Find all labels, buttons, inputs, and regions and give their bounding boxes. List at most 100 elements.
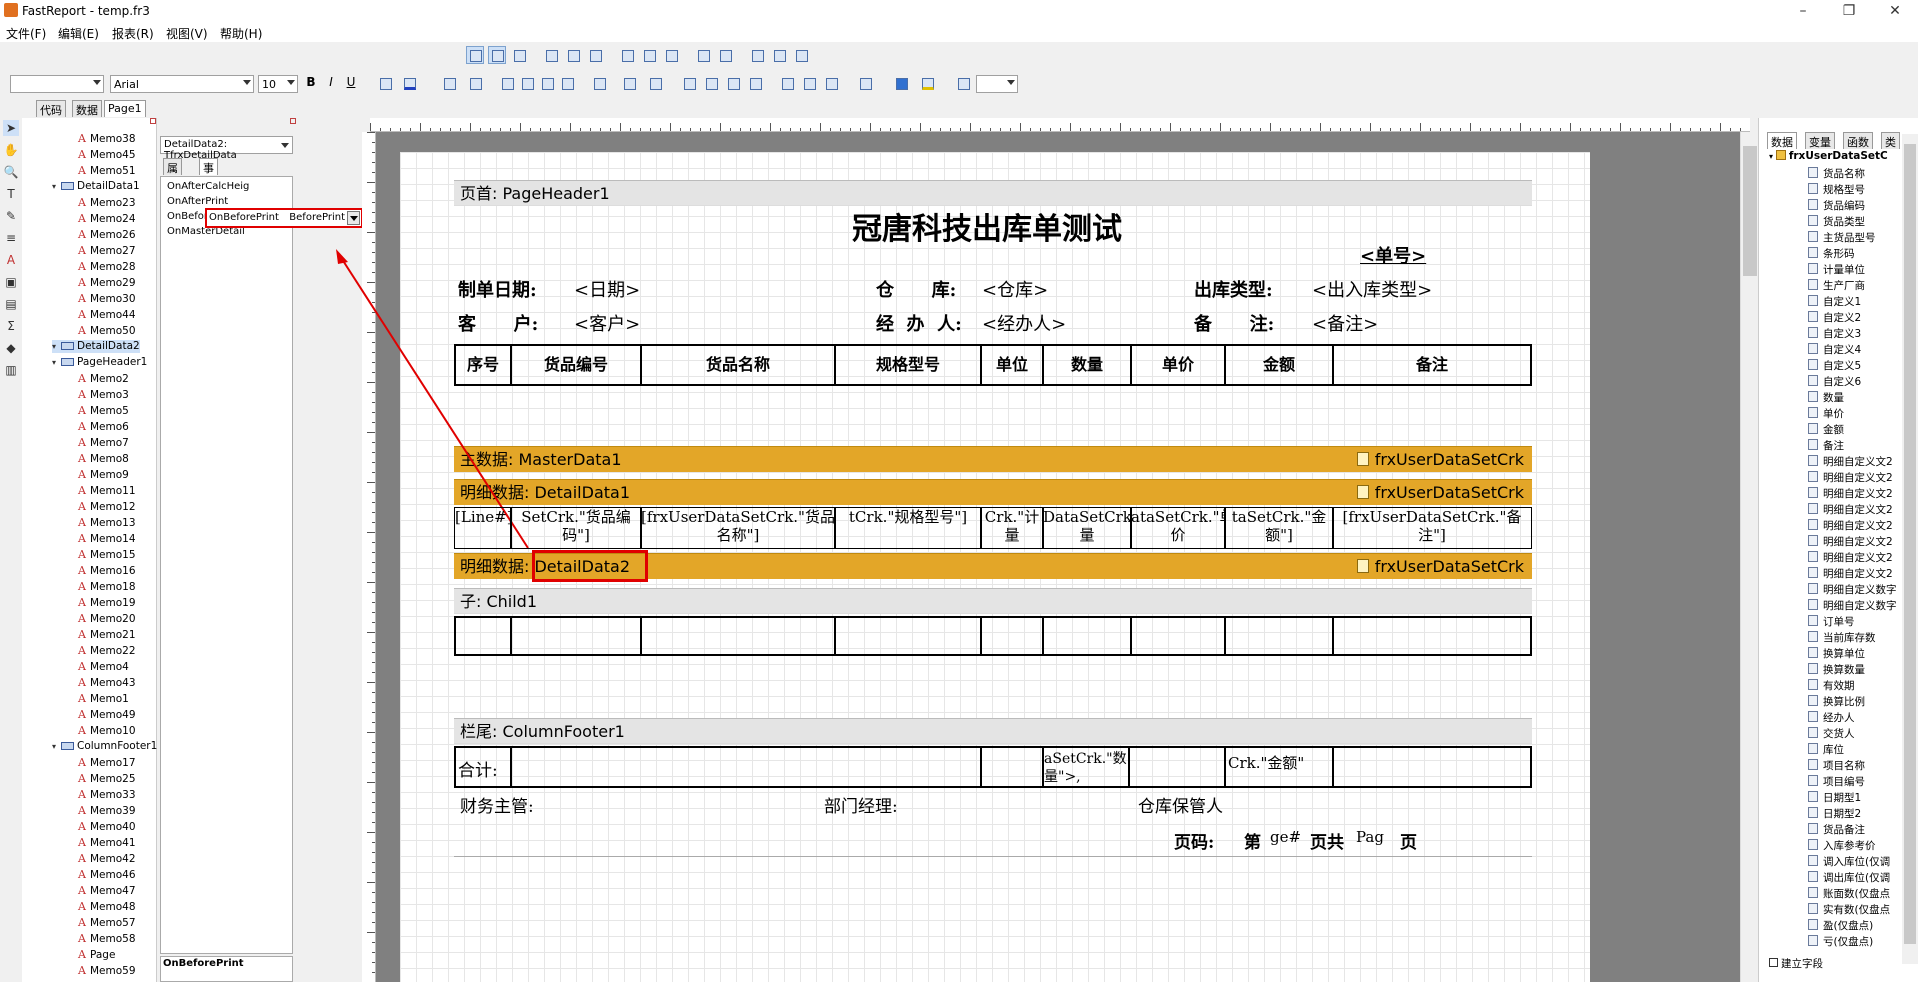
detail-field-cell[interactable]: [frxUserDataSetCrk."备注"] (1332, 507, 1532, 549)
highlight-button[interactable] (440, 74, 458, 92)
page-no-part1[interactable]: 第 (1244, 828, 1261, 853)
remark-label[interactable]: 备 注: (1194, 310, 1274, 336)
fill-color-button[interactable] (856, 74, 874, 92)
show-grid-button[interactable] (466, 46, 484, 64)
child-empty-cell[interactable] (454, 616, 512, 656)
date-value[interactable]: <日期> (574, 276, 640, 302)
tree-expand-icon[interactable]: ▾ (52, 340, 61, 353)
page-no-part2[interactable]: ge# (1270, 828, 1301, 846)
menu-help[interactable]: 帮助(H) (220, 25, 262, 42)
column-header-cell[interactable]: 单价 (1130, 344, 1226, 386)
io-type-label[interactable]: 出库类型: (1194, 276, 1273, 302)
text-justify-button[interactable] (558, 74, 576, 92)
hand-tool-icon[interactable]: ✋ (3, 142, 19, 158)
tree-memo-item[interactable]: A Memo14 (78, 532, 136, 545)
tree-band-item[interactable]: ▾ DetailData1 (52, 180, 140, 193)
tree-band-item[interactable]: ▾ PageHeader1 (52, 356, 147, 369)
field-item[interactable]: 项目编号 (1808, 774, 1865, 789)
tree-memo-item[interactable]: A Memo17 (78, 756, 136, 769)
frame-color-button[interactable] (892, 74, 910, 92)
tree-memo-item[interactable]: A Memo28 (78, 260, 136, 273)
detail-field-cell[interactable]: [Line#] (454, 507, 512, 549)
finance-manager-label[interactable]: 财务主管: (460, 792, 534, 817)
minimize-button[interactable]: – (1780, 0, 1826, 22)
center-v-button[interactable] (770, 46, 788, 64)
subreport-tool-icon[interactable]: ▤ (3, 296, 19, 312)
field-item[interactable]: 自定义2 (1808, 310, 1861, 325)
tree-memo-item[interactable]: A Memo1 (78, 692, 129, 705)
field-item[interactable]: 项目名称 (1808, 758, 1865, 773)
field-item[interactable]: 入库参考价 (1808, 838, 1876, 853)
select-tool-icon[interactable]: ➤ (3, 120, 19, 136)
memo-tool-icon[interactable]: A (3, 252, 19, 268)
font-color-button[interactable] (400, 74, 418, 92)
text-align-right-button[interactable] (538, 74, 556, 92)
picture-tool-icon[interactable]: ▣ (3, 274, 19, 290)
tab-page1[interactable]: Page1 (104, 100, 146, 117)
column-header-cell[interactable]: 货品编号 (510, 344, 642, 386)
tree-memo-item[interactable]: A Memo3 (78, 388, 129, 401)
align-bottom-button[interactable] (662, 46, 680, 64)
field-item[interactable]: 生产厂商 (1808, 278, 1865, 293)
field-item[interactable]: 换算比例 (1808, 694, 1865, 709)
text-valign-middle-button[interactable] (620, 74, 638, 92)
field-item[interactable]: 明细自定义文2 (1808, 454, 1893, 469)
date-label[interactable]: 制单日期: (458, 276, 537, 302)
warehouse-keeper-label[interactable]: 仓库保管人 (1138, 792, 1223, 817)
tree-memo-item[interactable]: A Memo58 (78, 932, 136, 945)
align-middle-button[interactable] (640, 46, 658, 64)
io-type-value[interactable]: <出入库类型> (1312, 276, 1432, 302)
tree-memo-item[interactable]: A Page (78, 948, 115, 961)
tree-memo-item[interactable]: A Memo25 (78, 772, 136, 785)
format-painter-icon[interactable]: ✎ (3, 208, 19, 224)
tree-memo-item[interactable]: A Memo43 (78, 676, 136, 689)
field-item[interactable]: 自定义3 (1808, 326, 1861, 341)
align-center-h-button[interactable] (564, 46, 582, 64)
shape-tool-icon[interactable]: ◆ (3, 340, 19, 356)
warehouse-value[interactable]: <仓库> (982, 276, 1048, 302)
tree-memo-item[interactable]: A Memo44 (78, 308, 136, 321)
tree-memo-item[interactable]: A Memo23 (78, 196, 136, 209)
tree-expand-icon[interactable]: ▾ (52, 356, 61, 369)
frame-width-combo[interactable] (976, 75, 1018, 93)
field-item[interactable]: 金额 (1808, 422, 1844, 437)
tree-memo-item[interactable]: A Memo8 (78, 452, 129, 465)
event-dropdown-button[interactable] (347, 211, 360, 225)
tree-memo-item[interactable]: A Memo33 (78, 788, 136, 801)
text-align-left-button[interactable] (498, 74, 516, 92)
tree-memo-item[interactable]: A Memo2 (78, 372, 129, 385)
field-item[interactable]: 计量单位 (1808, 262, 1865, 277)
field-item[interactable]: 规格型号 (1808, 182, 1865, 197)
event-on-after-print[interactable]: OnAfterPrint (167, 196, 228, 207)
field-item[interactable]: 明细自定义文2 (1808, 486, 1893, 501)
field-item[interactable]: 经办人 (1808, 710, 1855, 725)
total-amount-cell[interactable]: Crk."金额" (1224, 746, 1334, 788)
total-quantity-cell[interactable]: aSetCrk."数量">, (1042, 746, 1130, 788)
tree-memo-item[interactable]: A Memo49 (78, 708, 136, 721)
tree-memo-item[interactable]: A Memo5 (78, 404, 129, 417)
tree-memo-item[interactable]: A Memo19 (78, 596, 136, 609)
tree-memo-item[interactable]: A Memo22 (78, 644, 136, 657)
italic-button[interactable]: I (322, 74, 340, 92)
field-item[interactable]: 明细自定义文2 (1808, 502, 1893, 517)
font-name-combo[interactable]: Arial (110, 75, 254, 93)
tab-classes[interactable]: 类 (1881, 132, 1900, 149)
column-header-cell[interactable]: 金额 (1224, 344, 1334, 386)
tree-memo-item[interactable]: A Memo57 (78, 916, 136, 929)
tree-close-icon[interactable] (150, 118, 156, 124)
report-title[interactable]: 冠唐科技出库单测试 (852, 204, 1122, 248)
field-item[interactable]: 换算单位 (1808, 646, 1865, 661)
child-empty-cell[interactable] (834, 616, 982, 656)
order-number-field[interactable]: <单号> (1360, 242, 1426, 268)
column-header-cell[interactable]: 货品名称 (640, 344, 836, 386)
page-no-part5[interactable]: 页 (1400, 828, 1417, 853)
field-item[interactable]: 货品类型 (1808, 214, 1865, 229)
tree-memo-item[interactable]: A Memo7 (78, 436, 129, 449)
font-settings-button[interactable] (376, 74, 394, 92)
underline-button[interactable]: U (342, 74, 360, 92)
dataset-collapse-icon[interactable]: ▾ (1769, 152, 1776, 161)
field-item[interactable]: 账面数(仅盘点 (1808, 886, 1890, 901)
page-header-band[interactable]: 页首: PageHeader1 (454, 180, 1532, 206)
checkbox-icon[interactable] (1769, 958, 1778, 967)
dept-manager-label[interactable]: 部门经理: (824, 792, 898, 817)
